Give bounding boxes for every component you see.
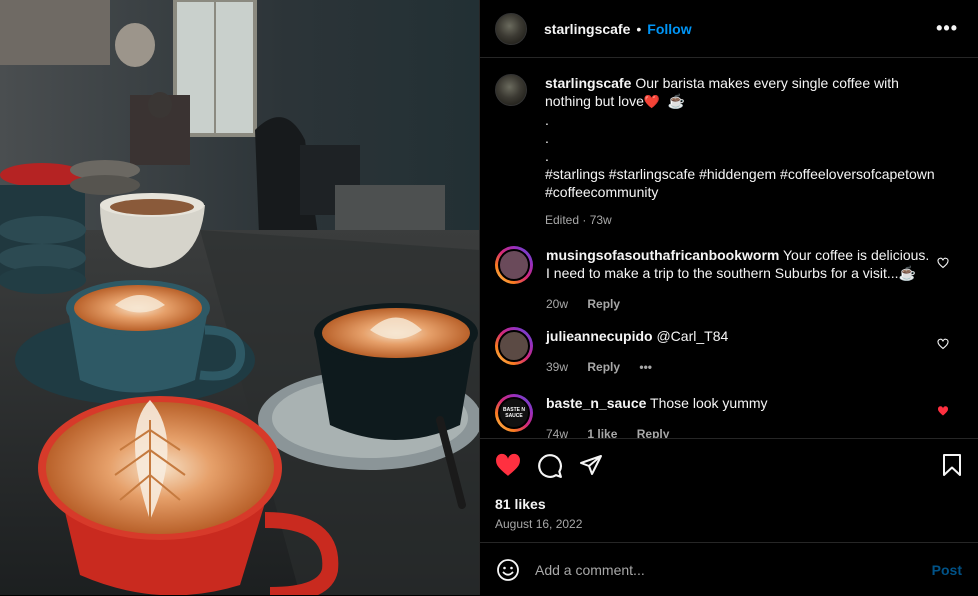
post-image[interactable] bbox=[0, 0, 479, 595]
comment-body: baste_n_sauce Those look yummy 74w 1 lik… bbox=[546, 394, 931, 438]
comment-meta: 20w Reply bbox=[546, 295, 931, 313]
separator-dot: • bbox=[636, 20, 642, 37]
caption-avatar[interactable] bbox=[495, 74, 527, 106]
like-comment-icon[interactable] bbox=[937, 338, 949, 350]
reply-button[interactable]: Reply bbox=[637, 427, 670, 438]
comment-options-icon[interactable]: ••• bbox=[639, 360, 652, 374]
post-comment-button[interactable]: Post bbox=[932, 562, 962, 578]
comment-username[interactable]: musingsofasouthafricanbookworm bbox=[546, 247, 779, 263]
caption-hashtags[interactable]: #starlings #starlingscafe #hiddengem #co… bbox=[545, 165, 945, 201]
avatar-logo-text: BASTE N SAUCE bbox=[498, 397, 530, 429]
commenter-avatar[interactable] bbox=[495, 246, 533, 284]
caption-dot-1: . bbox=[545, 112, 549, 128]
post-panel: starlingscafe • Follow ••• starlingscafe… bbox=[479, 0, 978, 595]
comment-username[interactable]: julieannecupido bbox=[546, 328, 653, 344]
comment-time: 39w bbox=[546, 360, 569, 374]
commenter-avatar[interactable] bbox=[495, 327, 533, 365]
liked-heart-icon[interactable] bbox=[937, 405, 949, 417]
caption-username[interactable]: starlingscafe bbox=[545, 75, 631, 91]
comment-time: 74w bbox=[546, 427, 569, 438]
author-avatar[interactable] bbox=[495, 12, 527, 45]
commenter-avatar[interactable]: BASTE N SAUCE bbox=[495, 394, 533, 432]
comment-text: Those look yummy bbox=[650, 395, 768, 411]
comment-like-count[interactable]: 1 like bbox=[587, 427, 617, 438]
comment-mention[interactable]: @Carl_T84 bbox=[656, 328, 728, 344]
comments-section[interactable]: starlingscafe Our barista makes every sin… bbox=[480, 58, 978, 438]
likes-count[interactable]: 81 likes bbox=[495, 496, 546, 512]
reply-button[interactable]: Reply bbox=[587, 297, 620, 311]
caption-meta: Edited · 73w bbox=[545, 213, 612, 227]
follow-button[interactable]: Follow bbox=[647, 21, 691, 37]
post-header: starlingscafe • Follow ••• bbox=[480, 0, 978, 58]
caption-dot-2: . bbox=[545, 130, 549, 146]
comment-meta: 39w Reply ••• bbox=[546, 358, 931, 376]
coffee-photo bbox=[0, 0, 479, 595]
author-username[interactable]: starlingscafe bbox=[544, 21, 630, 37]
comment-username[interactable]: baste_n_sauce bbox=[546, 395, 646, 411]
more-options-icon[interactable]: ••• bbox=[936, 18, 958, 39]
like-comment-icon[interactable] bbox=[937, 257, 949, 269]
post-date: August 16, 2022 bbox=[495, 517, 583, 531]
comment-meta: 74w 1 like Reply bbox=[546, 425, 931, 438]
heart-emoji: ❤️ bbox=[643, 94, 661, 109]
comment-time: 20w bbox=[546, 297, 569, 311]
save-bookmark-icon[interactable] bbox=[941, 453, 963, 477]
caption-dot-3: . bbox=[545, 148, 549, 164]
like-heart-icon[interactable] bbox=[495, 453, 521, 477]
share-icon[interactable] bbox=[579, 453, 603, 477]
emoji-icon[interactable] bbox=[496, 558, 520, 582]
reply-button[interactable]: Reply bbox=[587, 360, 620, 374]
action-bar: 81 likes August 16, 2022 bbox=[480, 438, 978, 543]
comment-input[interactable]: Add a comment... bbox=[535, 562, 645, 578]
add-comment-bar: Add a comment... Post bbox=[480, 542, 978, 596]
comment-body: musingsofasouthafricanbookworm Your coff… bbox=[546, 246, 931, 313]
comment-icon[interactable] bbox=[537, 453, 563, 479]
comment-body: julieannecupido @Carl_T84 39w Reply ••• bbox=[546, 327, 931, 376]
caption-text-block: starlingscafe Our barista makes every sin… bbox=[545, 74, 945, 229]
coffee-emoji: ☕ bbox=[667, 93, 686, 109]
